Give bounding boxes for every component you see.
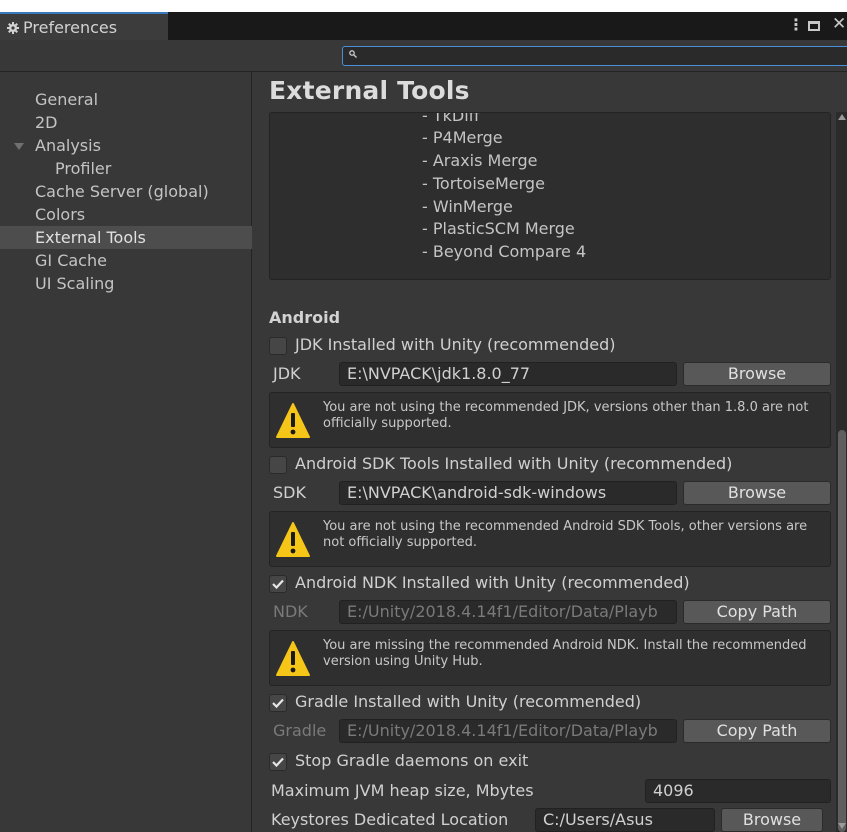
gear-icon [7,22,19,34]
page-title: External Tools [269,76,470,105]
close-icon[interactable]: ✕ [832,14,846,34]
sidebar-item-analysis[interactable]: Analysis [0,134,252,157]
ndk-warning-box: You are missing the recommended Android … [269,630,831,686]
gradle-path-row: Gradle E:/Unity/2018.4.14f1/Editor/Data/… [269,719,831,743]
jdk-browse-button[interactable]: Browse [683,362,831,386]
diff-tools-list: - TkDiff - P4Merge - Araxis Merge - Tort… [269,112,831,280]
more-options-icon[interactable]: ⋮ [788,15,804,34]
gradle-path-field: E:/Unity/2018.4.14f1/Editor/Data/Playb [339,719,677,743]
jdk-path-row: JDK E:\NVPACK\jdk1.8.0_77 Browse [269,362,831,386]
ndk-installed-checkbox-row[interactable]: Android NDK Installed with Unity (recomm… [269,573,829,595]
jvm-heap-field[interactable]: 4096 [645,779,831,803]
scrollbar-thumb[interactable] [838,430,846,832]
keystore-browse-button[interactable]: Browse [721,808,823,832]
scroll-down-arrow-icon[interactable] [838,823,846,829]
android-section-header: Android [269,308,341,327]
keystore-label: Keystores Dedicated Location [271,810,509,829]
sdk-installed-checkbox-row[interactable]: Android SDK Tools Installed with Unity (… [269,454,829,476]
sidebar-item-label: 2D [35,113,58,132]
warning-text: You are not using the recommended Androi… [323,519,808,550]
sidebar-item-general[interactable]: General [0,88,252,111]
keystore-path-field[interactable]: C:/Users/Asus [535,808,715,832]
preferences-window: Preferences ⋮ ✕ General 2D Analysis Prof… [0,12,847,832]
gradle-installed-checkbox[interactable] [269,694,287,712]
sidebar-item-label: Colors [35,205,86,224]
stop-gradle-checkbox[interactable] [269,753,287,771]
list-item: - PlasticSCM Merge [422,219,575,238]
jdk-installed-checkbox-row[interactable]: JDK Installed with Unity (recommended) [269,335,829,357]
warning-icon [276,641,310,676]
sidebar-item-label: UI Scaling [35,274,115,293]
list-item: - Araxis Merge [422,151,538,170]
main-panel: External Tools - TkDiff - P4Merge - Arax… [253,72,847,832]
sidebar-item-label: General [35,90,99,109]
ndk-installed-checkbox[interactable] [269,575,287,593]
sidebar-item-label: GI Cache [35,251,107,270]
checkmark-icon [272,757,284,768]
tab-preferences[interactable]: Preferences [0,12,168,40]
toolbar [0,40,847,72]
search-icon [349,50,357,58]
list-item: - P4Merge [422,128,503,147]
checkmark-icon [272,579,284,590]
keystore-row: Keystores Dedicated Location C:/Users/As… [269,808,831,832]
gradle-installed-checkbox-row[interactable]: Gradle Installed with Unity (recommended… [269,692,829,714]
gradle-label: Gradle [273,721,327,740]
foldout-arrow-icon[interactable] [14,143,24,150]
list-item: - TortoiseMerge [422,174,545,193]
sdk-path-field[interactable]: E:\NVPACK\android-sdk-windows [339,481,677,505]
sdk-installed-checkbox[interactable] [269,456,287,474]
gradle-copy-path-button[interactable]: Copy Path [683,719,831,743]
jvm-heap-row: Maximum JVM heap size, Mbytes 4096 [269,779,831,803]
sidebar-item-label: Analysis [35,136,101,155]
sdk-warning-box: You are not using the recommended Androi… [269,511,831,567]
search-input[interactable] [342,46,847,66]
stop-gradle-checkbox-row[interactable]: Stop Gradle daemons on exit [269,751,829,773]
warning-text: You are not using the recommended JDK, v… [323,400,809,431]
list-item: - Beyond Compare 4 [422,242,587,261]
jvm-heap-label: Maximum JVM heap size, Mbytes [271,781,534,800]
maximize-icon[interactable] [808,21,820,31]
ndk-path-field: E:/Unity/2018.4.14f1/Editor/Data/Playb [339,600,677,624]
ndk-path-row: NDK E:/Unity/2018.4.14f1/Editor/Data/Pla… [269,600,831,624]
sidebar-item-cache-server[interactable]: Cache Server (global) [0,180,252,203]
sidebar-item-2d[interactable]: 2D [0,111,252,134]
title-bar: Preferences ⋮ ✕ [0,12,847,40]
sidebar-item-label: External Tools [35,228,146,247]
ndk-label: NDK [273,602,308,621]
checkbox-label: Gradle Installed with Unity (recommended… [295,692,642,711]
vertical-scrollbar[interactable] [836,112,847,832]
list-item: - WinMerge [422,197,513,216]
checkbox-label: Android SDK Tools Installed with Unity (… [295,454,733,473]
sidebar-item-ui-scaling[interactable]: UI Scaling [0,272,252,295]
list-item: - TkDiff [422,112,480,125]
jdk-warning-box: You are not using the recommended JDK, v… [269,392,831,448]
tab-title: Preferences [23,18,118,37]
ndk-copy-path-button[interactable]: Copy Path [683,600,831,624]
sidebar-item-gi-cache[interactable]: GI Cache [0,249,252,272]
warning-icon [276,522,310,557]
checkbox-label: JDK Installed with Unity (recommended) [295,335,616,354]
jdk-path-field[interactable]: E:\NVPACK\jdk1.8.0_77 [339,362,677,386]
sidebar-item-profiler[interactable]: Profiler [0,157,252,180]
sidebar-item-label: Profiler [55,159,112,178]
warning-text: You are missing the recommended Android … [323,638,807,669]
warning-icon [276,403,310,438]
checkmark-icon [272,698,284,709]
scroll-up-arrow-icon[interactable] [838,114,846,120]
sdk-browse-button[interactable]: Browse [683,481,831,505]
sidebar-item-label: Cache Server (global) [35,182,209,201]
sidebar-item-colors[interactable]: Colors [0,203,252,226]
sidebar: General 2D Analysis Profiler Cache Serve… [0,72,252,832]
sdk-label: SDK [273,483,306,502]
sidebar-item-external-tools[interactable]: External Tools [0,226,252,249]
checkbox-label: Android NDK Installed with Unity (recomm… [295,573,690,592]
jdk-installed-checkbox[interactable] [269,337,287,355]
sdk-path-row: SDK E:\NVPACK\android-sdk-windows Browse [269,481,831,505]
checkbox-label: Stop Gradle daemons on exit [295,751,529,770]
jdk-label: JDK [273,364,301,383]
